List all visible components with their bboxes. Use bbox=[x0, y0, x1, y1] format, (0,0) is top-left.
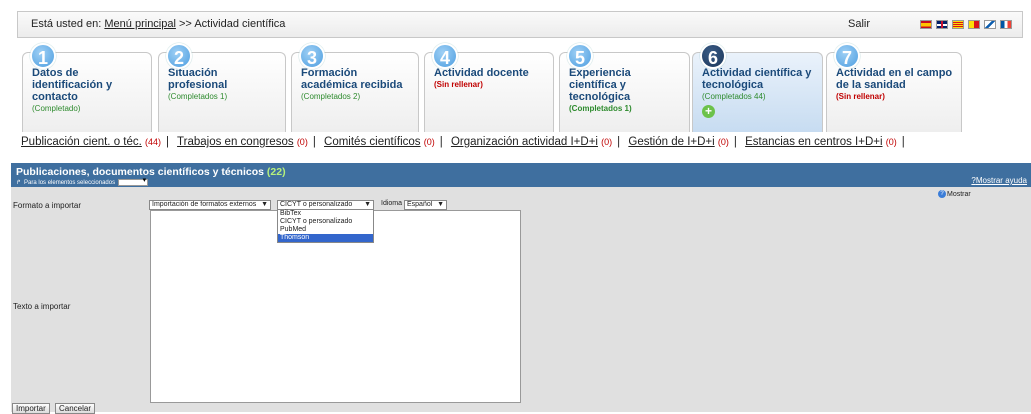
step-title: Actividad en el campo de la sanidad bbox=[836, 67, 953, 91]
sublink-comites[interactable]: Comités científicos bbox=[324, 136, 421, 148]
flag-es-icon[interactable] bbox=[920, 20, 932, 29]
format-select-value: CICYT o personalizado bbox=[280, 201, 353, 208]
sublink-publicaciones[interactable]: Publicación cient. o téc. bbox=[21, 136, 142, 148]
step-tab-5[interactable]: 5 Experiencia científica y tecnológica (… bbox=[559, 43, 690, 132]
breadcrumb-separator: >> bbox=[179, 18, 192, 30]
sublink-count: (0) bbox=[717, 137, 729, 147]
step-status: (Completado) bbox=[32, 104, 81, 113]
step-number-icon: 3 bbox=[299, 43, 325, 69]
format-option[interactable]: PubMed bbox=[278, 226, 373, 234]
step-title: Experiencia científica y tecnológica bbox=[569, 67, 631, 103]
show-help-link[interactable]: ?Mostrar ayuda bbox=[971, 176, 1027, 185]
import-type-select[interactable]: Importación de formatos externos ▼ bbox=[149, 200, 271, 210]
language-select[interactable]: Español ▼ bbox=[404, 200, 447, 210]
chevron-down-icon: ▼ bbox=[261, 201, 268, 208]
sublink-count: (0) bbox=[423, 137, 435, 147]
sublink-organizacion[interactable]: Organización actividad I+D+i bbox=[451, 136, 598, 148]
text-label: Texto a importar bbox=[13, 302, 71, 311]
sublink-estancias[interactable]: Estancias en centros I+D+i bbox=[745, 136, 882, 148]
question-icon: ? bbox=[938, 190, 946, 198]
import-button[interactable]: Importar bbox=[12, 403, 50, 414]
sublink-count: (44) bbox=[145, 137, 162, 147]
step-tab-6[interactable]: 6 Actividad científica y tecnológica (Co… bbox=[692, 43, 823, 132]
step-tab-1[interactable]: 1 Datos de identificación y contacto (Co… bbox=[22, 43, 152, 132]
arrow-icon: ↱ bbox=[16, 180, 22, 186]
step-number-icon: 6 bbox=[700, 43, 726, 69]
format-label: Formato a importar bbox=[13, 201, 82, 210]
step-title: Actividad docente bbox=[434, 67, 529, 79]
step-status: (Sin rellenar) bbox=[836, 92, 885, 101]
breadcrumb-home-link[interactable]: Menú principal bbox=[104, 18, 176, 30]
bulk-actions-label: Para los elementos seleccionados bbox=[24, 179, 116, 186]
format-option[interactable]: BibTex bbox=[278, 210, 373, 218]
flag-eu-icon[interactable] bbox=[968, 20, 980, 29]
language-flags bbox=[920, 20, 1012, 29]
flag-uk-icon[interactable] bbox=[936, 20, 948, 29]
sublink-congresos[interactable]: Trabajos en congresos bbox=[177, 136, 294, 148]
breadcrumb-prefix: Está usted en: bbox=[31, 18, 102, 30]
format-dropdown: BibTex CICYT o personalizado PubMed Thom… bbox=[277, 209, 374, 243]
show-toggle[interactable]: ? Mostrar bbox=[938, 190, 971, 198]
panel-title: Publicaciones, documentos científicos y … bbox=[16, 166, 1026, 178]
step-tab-3[interactable]: 3 Formación académica recibida (Completa… bbox=[291, 43, 419, 132]
step-status: (Completados 2) bbox=[301, 92, 361, 101]
bulk-actions-select[interactable] bbox=[118, 176, 149, 186]
step-tab-4[interactable]: 4 Actividad docente (Sin rellenar) bbox=[424, 43, 554, 132]
chevron-down-icon: ▼ bbox=[437, 201, 444, 208]
step-status: (Sin rellenar) bbox=[434, 80, 483, 89]
language-label: Idioma bbox=[381, 200, 403, 207]
step-title: Datos de identificación y contacto bbox=[32, 67, 113, 103]
breadcrumb: Está usted en: Menú principal >> Activid… bbox=[17, 11, 1023, 38]
step-number-icon: 4 bbox=[432, 43, 458, 69]
show-help-text: Mostrar ayuda bbox=[975, 176, 1027, 185]
sublink-count: (0) bbox=[601, 137, 613, 147]
step-title: Situación profesional bbox=[168, 67, 228, 91]
sublink-count: (0) bbox=[885, 137, 897, 147]
step-tab-2[interactable]: 2 Situación profesional (Completados 1) bbox=[158, 43, 286, 132]
bulk-actions: ↱ Para los elementos seleccionados bbox=[16, 176, 1026, 186]
sublink-gestion[interactable]: Gestión de I+D+i bbox=[628, 136, 714, 148]
cancel-button[interactable]: Cancelar bbox=[55, 403, 96, 414]
add-plus-icon[interactable]: + bbox=[702, 105, 715, 118]
step-status: (Completados 44) bbox=[702, 92, 766, 101]
flag-ca-icon[interactable] bbox=[952, 20, 964, 29]
step-status: (Completados 1) bbox=[569, 104, 632, 113]
step-number-icon: 7 bbox=[834, 43, 860, 69]
step-number-icon: 2 bbox=[166, 43, 192, 69]
step-number-icon: 1 bbox=[30, 43, 56, 69]
language-value: Español bbox=[407, 201, 433, 208]
chevron-down-icon: ▼ bbox=[364, 201, 371, 208]
format-option[interactable]: CICYT o personalizado bbox=[278, 218, 373, 226]
panel-title-text: Publicaciones, documentos científicos y … bbox=[16, 166, 264, 178]
import-type-value: Importación de formatos externos bbox=[152, 201, 257, 208]
breadcrumb-current: Actividad científica bbox=[194, 18, 286, 30]
step-number-icon: 5 bbox=[567, 43, 593, 69]
panel-count: (22) bbox=[266, 166, 286, 178]
show-text: Mostrar bbox=[947, 190, 971, 198]
panel-header: Publicaciones, documentos científicos y … bbox=[11, 163, 1031, 187]
step-title: Actividad científica y tecnológica bbox=[702, 67, 812, 91]
step-title: Formación académica recibida bbox=[301, 67, 403, 91]
flag-fr-icon[interactable] bbox=[1000, 20, 1012, 29]
sublink-count: (0) bbox=[296, 137, 308, 147]
section-links: Publicación cient. o téc. (44) | Trabajos… bbox=[21, 136, 905, 148]
flag-gl-icon[interactable] bbox=[984, 20, 996, 29]
logout-link[interactable]: Salir bbox=[848, 12, 870, 37]
step-status: (Completados 1) bbox=[168, 92, 228, 101]
step-tab-7[interactable]: 7 Actividad en el campo de la sanidad (S… bbox=[826, 43, 962, 132]
format-option-highlighted[interactable]: Thomson bbox=[278, 234, 373, 242]
